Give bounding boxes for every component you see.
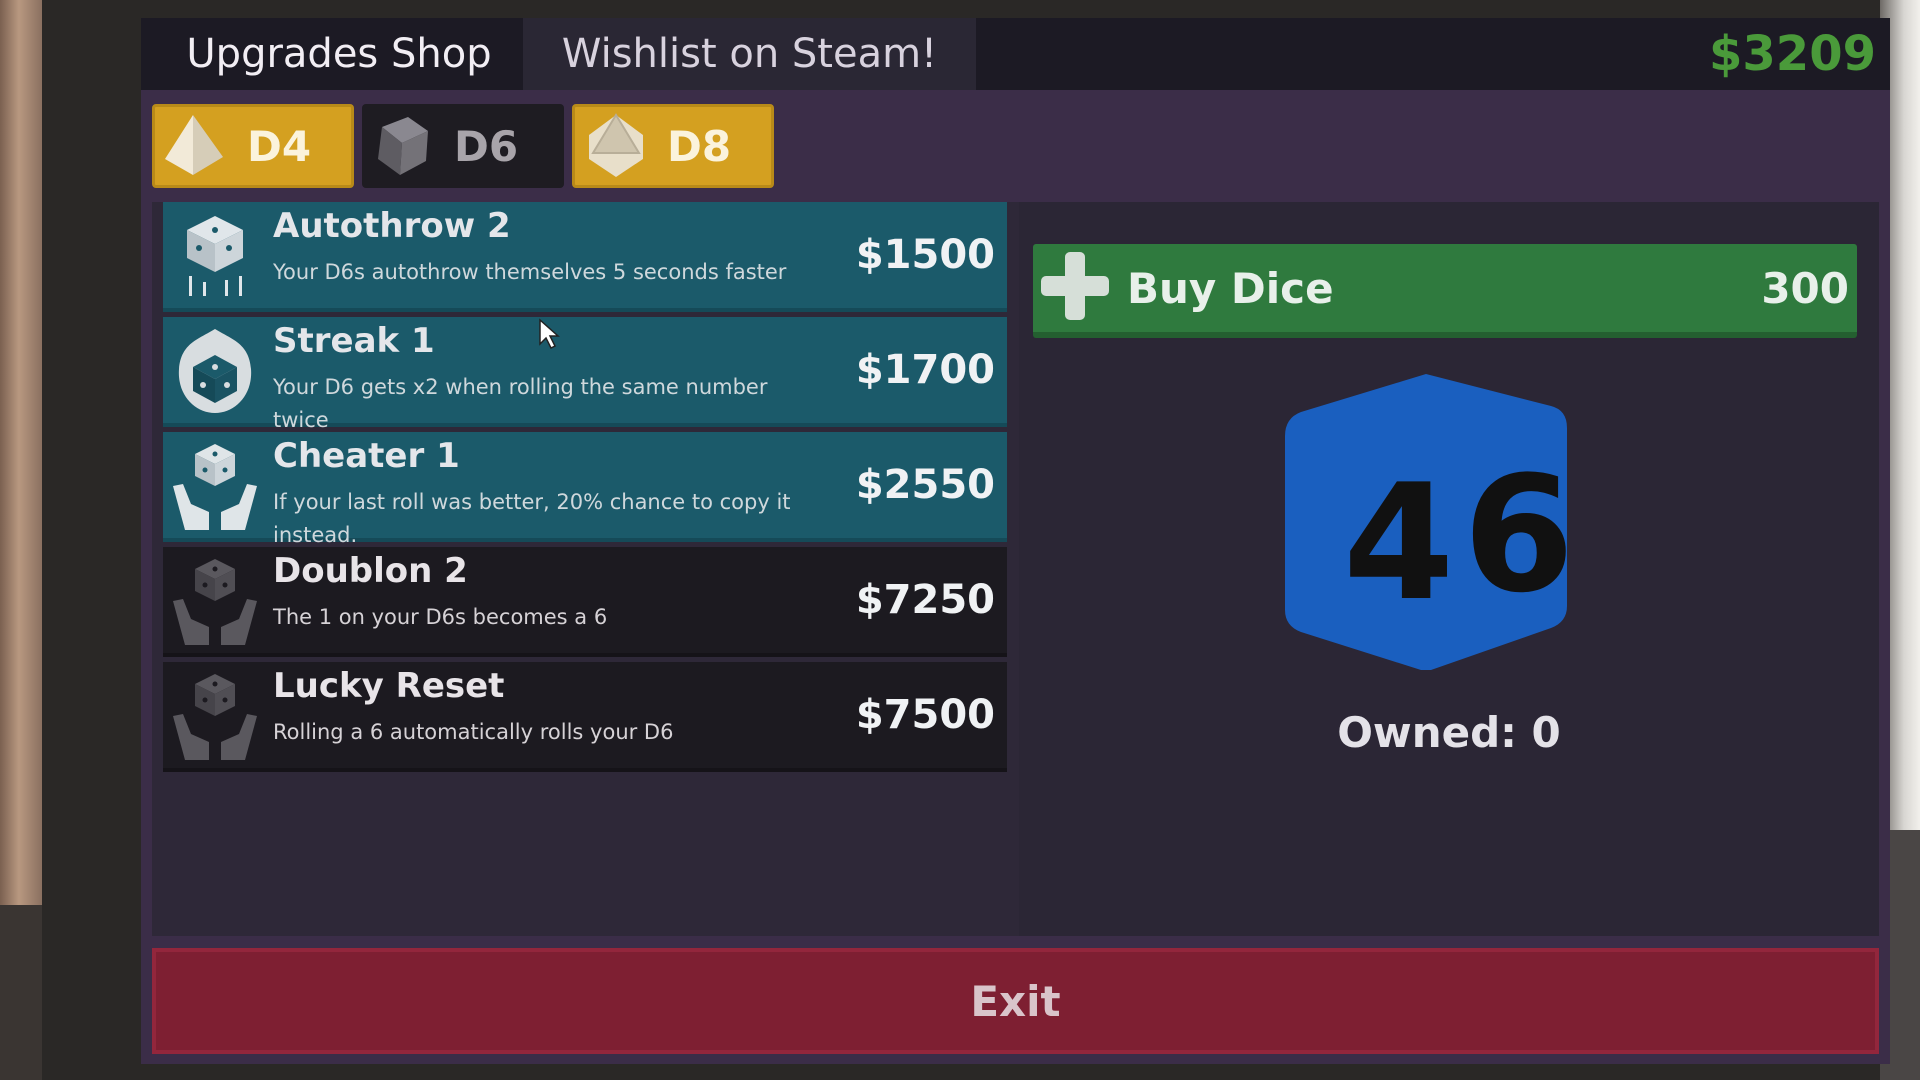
d6-icon bbox=[378, 117, 428, 175]
upgrade-name: Cheater 1 bbox=[273, 436, 460, 476]
dice-fire-icon bbox=[178, 329, 252, 413]
shop-panel: Autothrow 2 Your D6s autothrow themselve… bbox=[152, 202, 1879, 936]
upgrade-name: Lucky Reset bbox=[273, 666, 505, 706]
upgrade-list: Autothrow 2 Your D6s autothrow themselve… bbox=[152, 202, 1019, 936]
buy-dice-button[interactable]: Buy Dice 300 bbox=[1033, 244, 1857, 338]
d8-icon bbox=[589, 113, 643, 177]
upgrade-item-autothrow[interactable]: Autothrow 2 Your D6s autothrow themselve… bbox=[163, 202, 1007, 312]
upgrade-name: Streak 1 bbox=[273, 321, 435, 361]
tab-wishlist-steam[interactable]: Wishlist on Steam! bbox=[523, 18, 976, 90]
die-face-right: 6 bbox=[1463, 441, 1574, 628]
dice-tab-d8[interactable]: D8 bbox=[572, 104, 774, 188]
top-bar: Upgrades Shop Wishlist on Steam! $3209 bbox=[141, 18, 1890, 90]
exit-button[interactable]: Exit bbox=[152, 948, 1879, 1054]
upgrade-price: $1700 bbox=[855, 347, 995, 393]
owned-count: Owned: 0 bbox=[1337, 708, 1561, 757]
dice-tab-d4[interactable]: D4 bbox=[152, 104, 354, 188]
upgrade-item-lucky-reset[interactable]: Lucky Reset Rolling a 6 automatically ro… bbox=[163, 662, 1007, 772]
d6-preview-die: 4 6 bbox=[1285, 374, 1574, 670]
d4-icon bbox=[165, 115, 223, 175]
background-desk-left bbox=[0, 905, 42, 1080]
buy-dice-cost: 300 bbox=[1761, 263, 1849, 313]
upgrade-description: The 1 on your D6s becomes a 6 bbox=[273, 605, 608, 629]
dice-hands-icon bbox=[173, 444, 257, 530]
plus-icon bbox=[1041, 252, 1109, 320]
dice-tab-d6[interactable]: D6 bbox=[362, 104, 564, 188]
dice-hands-icon bbox=[173, 674, 257, 760]
buy-dice-label: Buy Dice bbox=[1127, 263, 1334, 313]
monitor-frame: Upgrades Shop Wishlist on Steam! $3209 D… bbox=[42, 0, 1890, 1080]
dice-autothrow-icon bbox=[187, 216, 243, 296]
shop-screen: Upgrades Shop Wishlist on Steam! $3209 D… bbox=[141, 18, 1890, 1064]
upgrade-price: $7250 bbox=[855, 577, 995, 623]
upgrade-name: Doublon 2 bbox=[273, 551, 468, 591]
dice-detail: Buy Dice 300 4 6 Owned: 0 bbox=[1019, 202, 1879, 936]
upgrade-price: $2550 bbox=[855, 462, 995, 508]
upgrade-description: Your D6 gets x2 when rolling the same nu… bbox=[273, 375, 768, 432]
upgrade-name: Autothrow 2 bbox=[273, 206, 511, 246]
upgrade-item-doublon[interactable]: Doublon 2 The 1 on your D6s becomes a 6 … bbox=[163, 547, 1007, 657]
upgrade-description: Rolling a 6 automatically rolls your D6 bbox=[273, 720, 674, 744]
dice-tab-label: D8 bbox=[667, 121, 732, 171]
die-face-left: 4 bbox=[1343, 449, 1454, 636]
upgrade-price: $1500 bbox=[855, 232, 995, 278]
dice-tab-label: D6 bbox=[454, 121, 519, 171]
upgrade-description: If your last roll was better, 20% chance… bbox=[273, 490, 791, 547]
upgrade-description: Your D6s autothrow themselves 5 seconds … bbox=[273, 260, 787, 284]
upgrade-item-cheater[interactable]: Cheater 1 If your last roll was better, … bbox=[163, 432, 1007, 547]
mouse-cursor-icon bbox=[539, 318, 560, 350]
upgrade-item-streak[interactable]: Streak 1 Your D6 gets x2 when rolling th… bbox=[163, 317, 1007, 432]
tab-upgrades-shop[interactable]: Upgrades Shop bbox=[155, 18, 523, 90]
money-counter: $3209 bbox=[1709, 26, 1876, 82]
dice-tab-label: D4 bbox=[247, 121, 312, 171]
dice-hands-icon bbox=[173, 559, 257, 645]
upgrade-price: $7500 bbox=[855, 692, 995, 738]
